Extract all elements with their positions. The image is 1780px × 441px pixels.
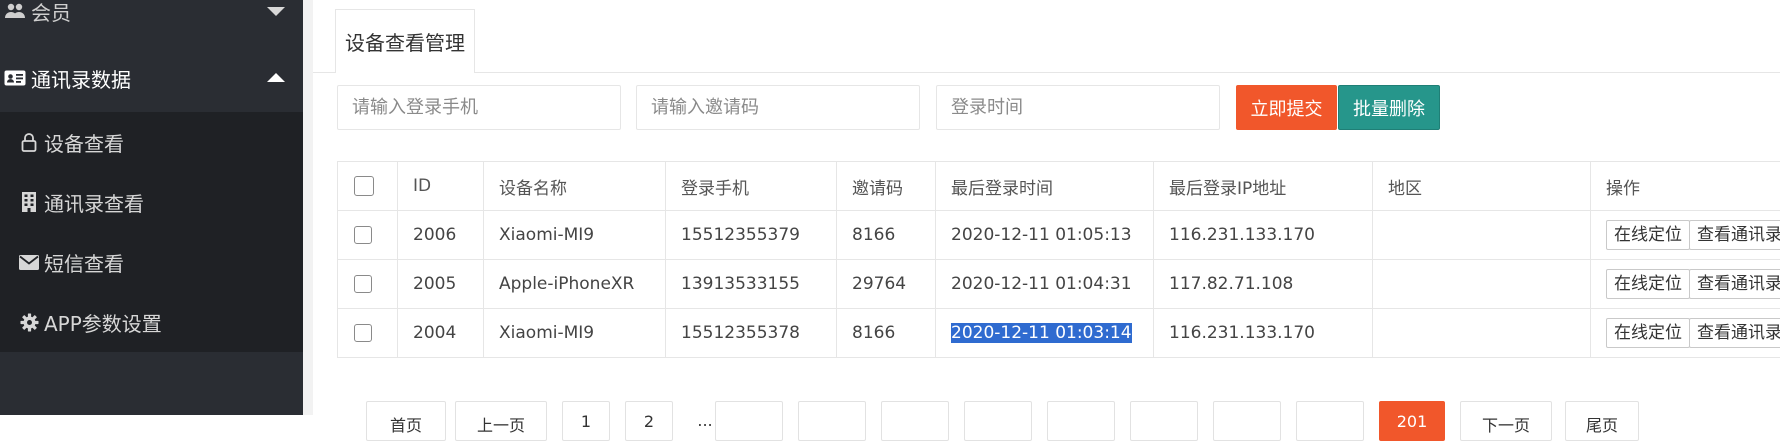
sidebar-item-label: APP参数设置 [44,308,162,337]
tab-label: 设备查看管理 [345,27,465,56]
cell-device: Xiaomi-MI9 [484,211,666,260]
batch-delete-button[interactable]: 批量删除 [1338,85,1440,130]
cell-ip: 117.82.71.108 [1154,260,1373,309]
table-row: 2005 Apple-iPhoneXR 13913533155 29764 20… [338,260,1780,309]
pagination-page[interactable] [1296,401,1364,441]
table-header-row: ID 设备名称 登录手机 邀请码 最后登录时间 最后登录IP地址 地区 操作 [338,162,1780,211]
row-checkbox[interactable] [354,275,372,293]
users-icon [4,1,26,21]
cell-device: Xiaomi-MI9 [484,309,666,358]
column-header: ID [398,162,484,211]
cell-actions: 在线定位查看通讯录 [1591,260,1780,309]
lock-icon [18,132,40,152]
pagination-page[interactable] [798,401,866,441]
cell-actions: 在线定位查看通讯录 [1591,309,1780,358]
locate-button[interactable]: 在线定位 [1606,318,1690,348]
content-gutter [303,0,313,415]
login-time-input[interactable] [936,85,1220,130]
pagination-next[interactable]: 下一页 [1460,401,1552,441]
column-header: 地区 [1373,162,1591,211]
sidebar-item-label: 通讯录数据 [31,64,131,93]
building-icon [18,192,40,212]
column-header: 登录手机 [666,162,837,211]
cell-region [1373,309,1591,358]
cell-id: 2004 [398,309,484,358]
column-header: 邀请码 [837,162,936,211]
sidebar-item-label: 通讯录查看 [44,188,144,217]
row-select-cell [338,211,398,260]
phone-search-input[interactable] [337,85,621,130]
cell-id: 2006 [398,211,484,260]
pagination-first[interactable]: 首页 [366,401,446,441]
column-header: 最后登录时间 [936,162,1154,211]
pagination-current-page[interactable]: 201 [1379,401,1445,441]
sidebar-item-member[interactable]: 会员 [0,0,303,32]
cell-time: 2020-12-11 01:05:13 [936,211,1154,260]
select-all-cell [338,162,398,211]
pagination-page[interactable] [715,401,783,441]
cell-time: 2020-12-11 01:04:31 [936,260,1154,309]
pagination-page[interactable] [1213,401,1281,441]
sidebar-item-label: 短信查看 [44,248,124,277]
pagination-page[interactable] [1047,401,1115,441]
table-row: 2006 Xiaomi-MI9 15512355379 8166 2020-12… [338,211,1780,260]
sidebar-item-contacts[interactable]: 通讯录数据 [0,52,303,104]
cell-region [1373,211,1591,260]
view-contacts-button[interactable]: 查看通讯录 [1689,220,1780,250]
tab-divider [313,72,335,73]
pagination-last[interactable]: 尾页 [1565,401,1639,441]
sidebar-item-app-settings[interactable]: APP参数设置 [0,292,303,352]
sidebar-item-device-view[interactable]: 设备查看 [0,112,303,172]
cell-device: Apple-iPhoneXR [484,260,666,309]
cell-time: 2020-12-11 01:03:14 [936,309,1154,358]
pagination-prev[interactable]: 上一页 [455,401,547,441]
sidebar-item-label: 会员 [31,0,71,26]
row-select-cell [338,309,398,358]
pagination-page[interactable] [1130,401,1198,441]
view-contacts-button[interactable]: 查看通讯录 [1689,269,1780,299]
cell-ip: 116.231.133.170 [1154,309,1373,358]
selected-text: 2020-12-11 01:03:14 [951,323,1132,343]
cell-ip: 116.231.133.170 [1154,211,1373,260]
row-checkbox[interactable] [354,324,372,342]
row-select-cell [338,260,398,309]
cell-actions: 在线定位查看通讯录 [1591,211,1780,260]
pagination-page[interactable] [881,401,949,441]
cell-invite: 8166 [837,309,936,358]
column-header: 最后登录IP地址 [1154,162,1373,211]
cell-invite: 8166 [837,211,936,260]
invite-code-input[interactable] [636,85,920,130]
pagination-page[interactable] [964,401,1032,441]
cell-invite: 29764 [837,260,936,309]
tab-divider [475,72,1780,73]
sidebar-item-label: 设备查看 [44,128,124,157]
cell-phone: 15512355378 [666,309,837,358]
column-header: 设备名称 [484,162,666,211]
envelope-icon [18,252,40,272]
sidebar-item-sms-view[interactable]: 短信查看 [0,232,303,292]
cell-phone: 13913533155 [666,260,837,309]
tab-device-management[interactable]: 设备查看管理 [335,9,475,73]
column-header: 操作 [1591,162,1780,211]
pagination-page[interactable]: 2 [625,401,673,441]
sidebar-item-contacts-view[interactable]: 通讯录查看 [0,172,303,232]
chevron-up-icon [267,73,285,82]
view-contacts-button[interactable]: 查看通讯录 [1689,318,1780,348]
gear-icon [18,312,40,332]
chevron-down-icon [267,7,285,16]
select-all-checkbox[interactable] [354,176,374,196]
cell-region [1373,260,1591,309]
cell-id: 2005 [398,260,484,309]
sidebar: 会员 通讯录数据 设备查看 通讯录查看 短信查看 [0,0,303,415]
locate-button[interactable]: 在线定位 [1606,220,1690,250]
cell-phone: 15512355379 [666,211,837,260]
pagination-page[interactable]: 1 [562,401,610,441]
locate-button[interactable]: 在线定位 [1606,269,1690,299]
table-row: 2004 Xiaomi-MI9 15512355378 8166 2020-12… [338,309,1780,358]
device-table: ID 设备名称 登录手机 邀请码 最后登录时间 最后登录IP地址 地区 操作 2… [337,161,1780,358]
sidebar-submenu: 设备查看 通讯录查看 短信查看 APP参数设置 [0,112,303,352]
row-checkbox[interactable] [354,226,372,244]
submit-button[interactable]: 立即提交 [1236,85,1337,130]
id-card-icon [4,68,26,88]
